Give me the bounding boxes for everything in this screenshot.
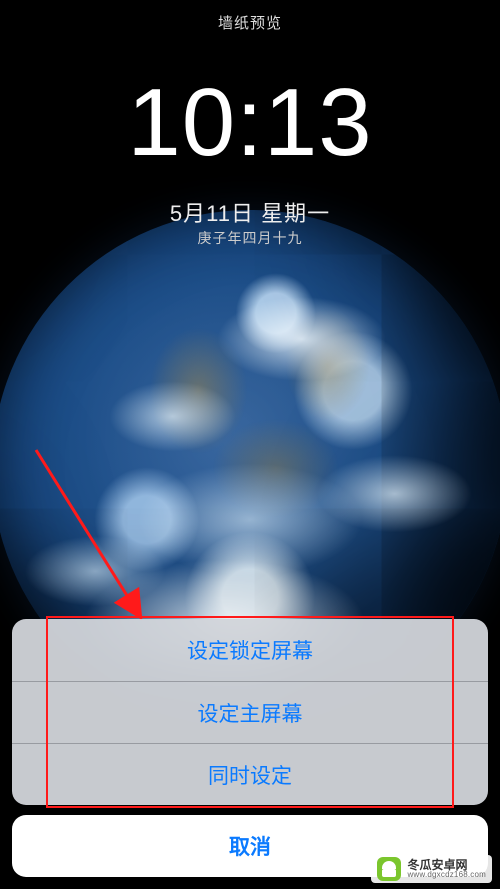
action-label: 设定锁定屏幕 <box>187 635 313 665</box>
watermark-text: 冬瓜安卓网 www.dgxcdz168.com <box>407 859 486 879</box>
set-both-button[interactable]: 同时设定 <box>12 743 488 805</box>
watermark-logo-icon <box>377 857 401 881</box>
set-home-screen-button[interactable]: 设定主屏幕 <box>12 681 488 743</box>
watermark-url: www.dgxcdz168.com <box>407 871 486 879</box>
cancel-label: 取消 <box>229 831 271 861</box>
watermark: 冬瓜安卓网 www.dgxcdz168.com <box>371 855 492 883</box>
lockscreen-lunar-date: 庚子年四月十九 <box>0 228 500 248</box>
set-lock-screen-button[interactable]: 设定锁定屏幕 <box>12 619 488 681</box>
action-label: 设定主屏幕 <box>198 698 303 728</box>
page-title: 墙纸预览 <box>0 12 500 33</box>
action-sheet-group: 设定锁定屏幕 设定主屏幕 同时设定 <box>12 619 488 805</box>
lockscreen-date: 5月11日 星期一 <box>0 196 500 228</box>
action-label: 同时设定 <box>208 760 292 790</box>
lockscreen-time: 10:13 <box>0 68 500 178</box>
wallpaper-preview-screen: 墙纸预览 10:13 5月11日 星期一 庚子年四月十九 设定锁定屏幕 设定主屏… <box>0 0 500 889</box>
action-sheet: 设定锁定屏幕 设定主屏幕 同时设定 取消 <box>12 619 488 877</box>
